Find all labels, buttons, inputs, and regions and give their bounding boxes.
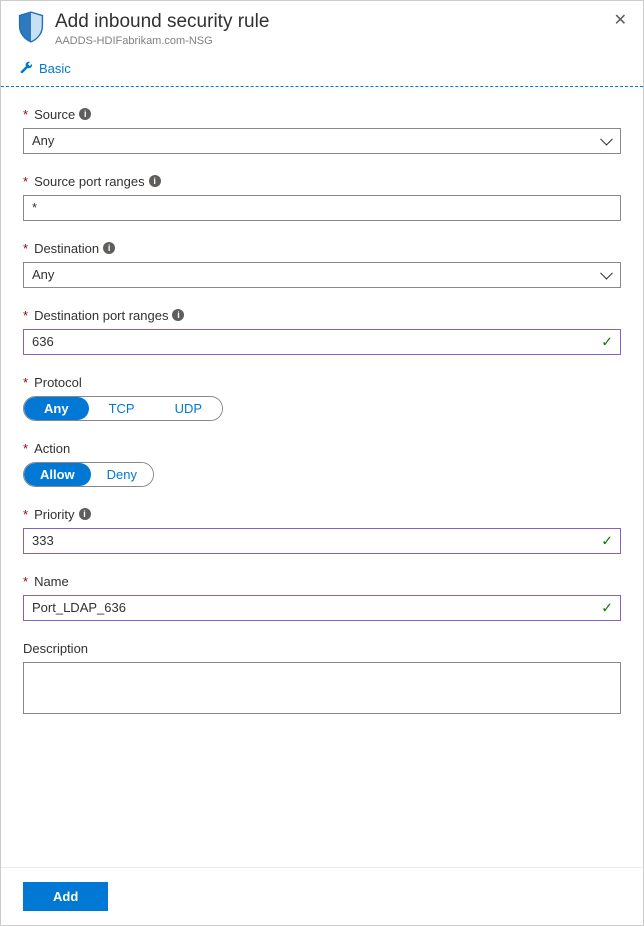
field-name: *Name ✓: [23, 574, 621, 621]
info-icon[interactable]: i: [172, 309, 184, 321]
info-icon[interactable]: i: [103, 242, 115, 254]
priority-input[interactable]: [23, 528, 621, 554]
blade-subtitle: AADDS-HDIFabrikam.com-NSG: [55, 35, 627, 47]
name-input[interactable]: [23, 595, 621, 621]
field-description: Description: [23, 641, 621, 717]
description-textarea[interactable]: [23, 662, 621, 714]
info-icon[interactable]: i: [79, 508, 91, 520]
destination-port-ranges-input[interactable]: [23, 329, 621, 355]
action-deny[interactable]: Deny: [91, 463, 153, 486]
protocol-toggle: Any TCP UDP: [23, 396, 223, 421]
label-destination: *Destination i: [23, 241, 621, 256]
mode-toggle-row: Basic: [1, 55, 643, 86]
protocol-udp[interactable]: UDP: [155, 397, 222, 420]
source-port-ranges-input[interactable]: [23, 195, 621, 221]
label-destination-port-ranges: *Destination port ranges i: [23, 308, 621, 323]
label-source-port-ranges: *Source port ranges i: [23, 174, 621, 189]
info-icon[interactable]: i: [79, 108, 91, 120]
add-button[interactable]: Add: [23, 882, 108, 911]
label-action: *Action: [23, 441, 621, 456]
basic-mode-link[interactable]: Basic: [39, 61, 71, 76]
label-description: Description: [23, 641, 621, 656]
footer: Add: [1, 867, 643, 925]
blade-title: Add inbound security rule: [55, 11, 627, 34]
info-icon[interactable]: i: [149, 175, 161, 187]
field-destination: *Destination i Any: [23, 241, 621, 288]
action-toggle: Allow Deny: [23, 462, 154, 487]
field-destination-port-ranges: *Destination port ranges i ✓: [23, 308, 621, 355]
shield-icon: [17, 11, 45, 43]
field-protocol: *Protocol Any TCP UDP: [23, 375, 621, 421]
blade-header: Add inbound security rule AADDS-HDIFabri…: [1, 1, 643, 55]
header-text: Add inbound security rule AADDS-HDIFabri…: [55, 11, 627, 47]
action-allow[interactable]: Allow: [24, 463, 91, 486]
field-source-port-ranges: *Source port ranges i: [23, 174, 621, 221]
field-source: *Source i Any: [23, 107, 621, 154]
protocol-tcp[interactable]: TCP: [89, 397, 155, 420]
label-source: *Source i: [23, 107, 621, 122]
field-priority: *Priority i ✓: [23, 507, 621, 554]
label-protocol: *Protocol: [23, 375, 621, 390]
label-name: *Name: [23, 574, 621, 589]
wrench-icon: [19, 61, 33, 75]
label-priority: *Priority i: [23, 507, 621, 522]
protocol-any[interactable]: Any: [24, 397, 89, 420]
destination-select[interactable]: Any: [23, 262, 621, 288]
close-button[interactable]: ✕: [612, 11, 629, 31]
field-action: *Action Allow Deny: [23, 441, 621, 487]
source-select[interactable]: Any: [23, 128, 621, 154]
form-area: *Source i Any *Source port ranges i *Des…: [1, 87, 643, 867]
